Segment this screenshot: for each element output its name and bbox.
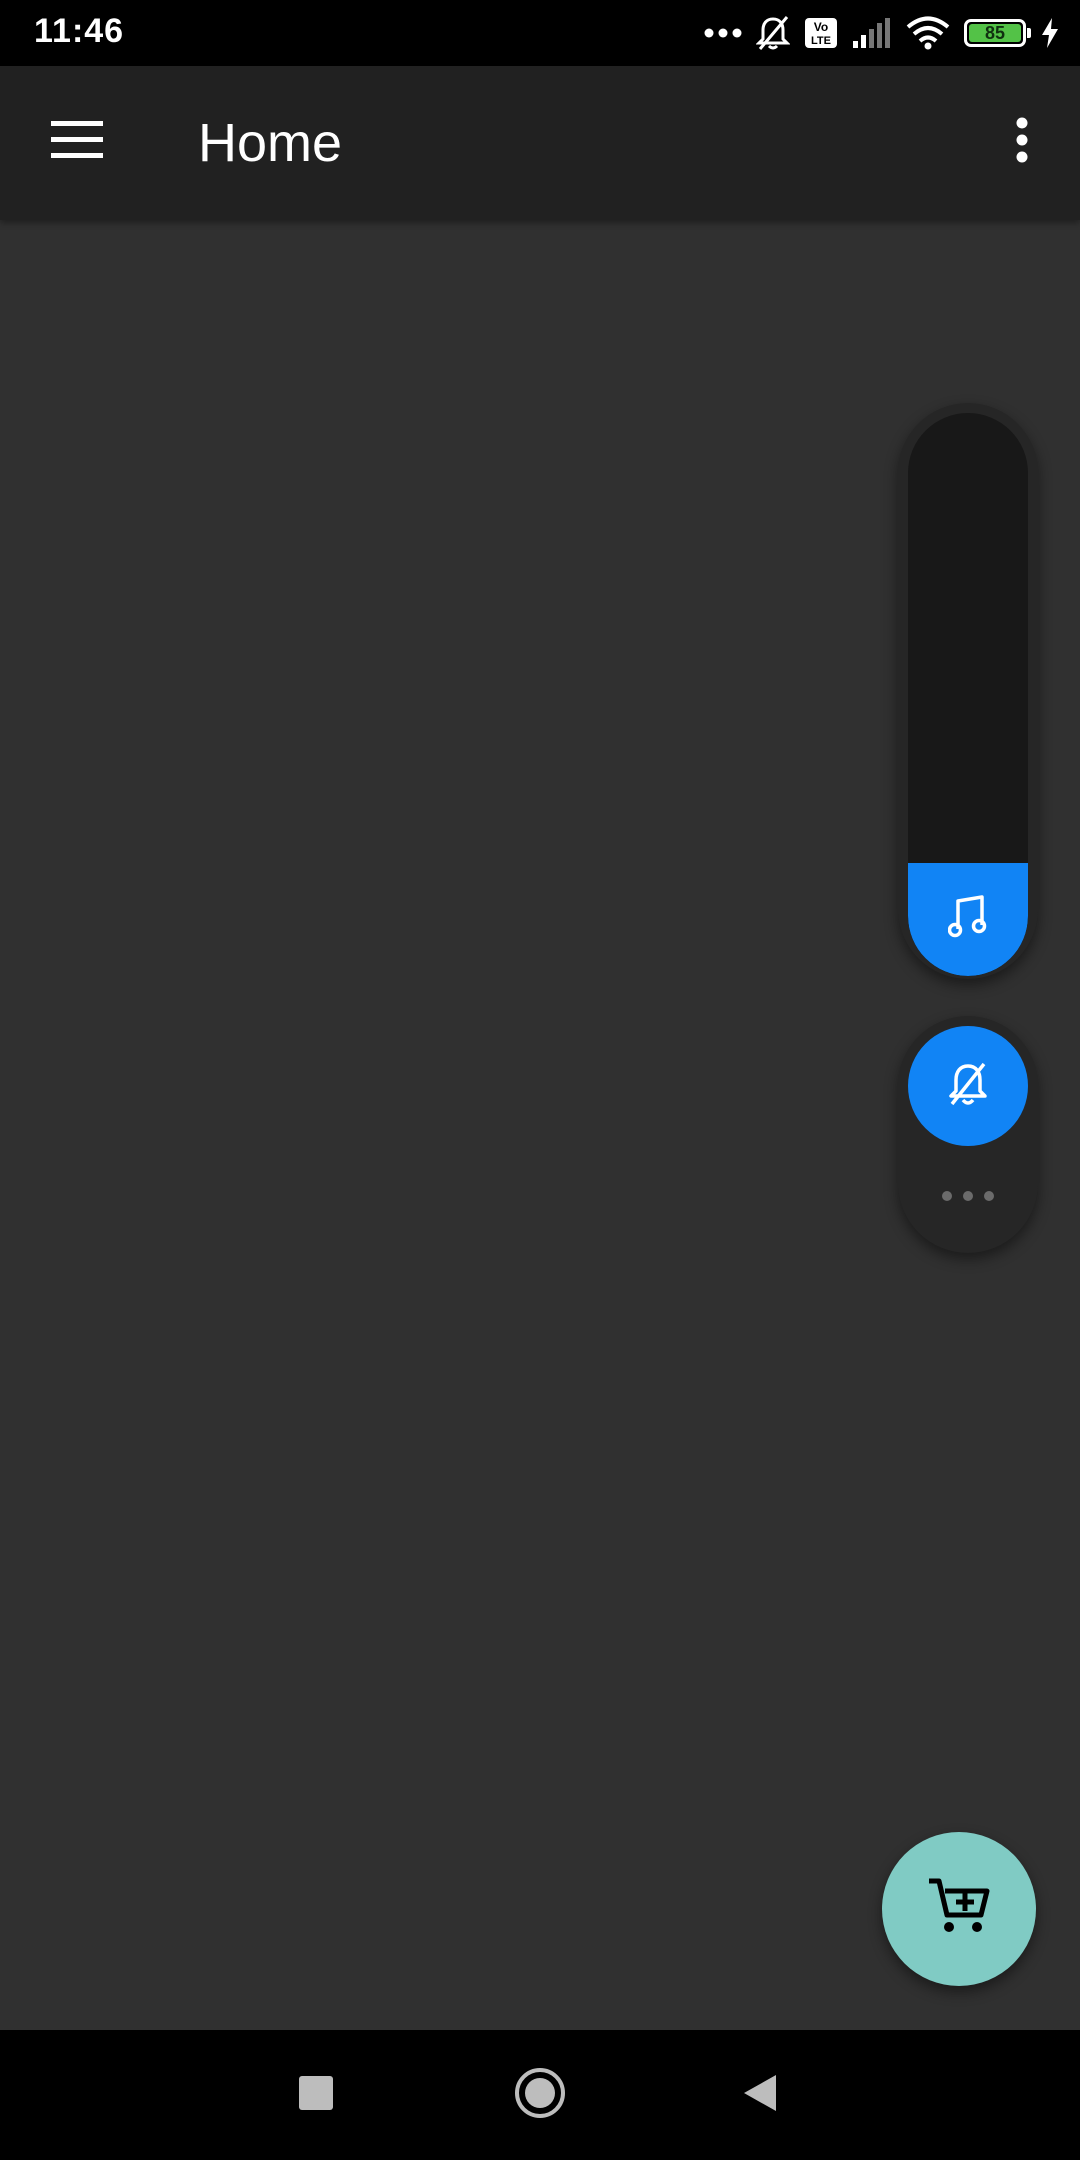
volte-icon: Vo LTE xyxy=(804,17,838,49)
app-bar: Home xyxy=(0,66,1080,220)
volume-slider[interactable] xyxy=(908,413,1028,976)
status-icons: Vo LTE 85 xyxy=(704,10,1060,56)
navigation-bar xyxy=(0,2030,1080,2160)
bell-off-icon xyxy=(946,1060,990,1113)
wifi-icon xyxy=(906,16,950,50)
page-title: Home xyxy=(198,113,343,173)
more-vert-icon xyxy=(1016,117,1028,168)
back-triangle-icon xyxy=(742,2073,778,2118)
menu-button[interactable] xyxy=(36,110,118,174)
back-button[interactable] xyxy=(720,2055,800,2135)
recents-button[interactable] xyxy=(276,2055,356,2135)
home-button[interactable] xyxy=(500,2055,580,2135)
more-horiz-icon[interactable] xyxy=(942,1189,994,1203)
signal-icon xyxy=(852,17,892,49)
home-circle-icon xyxy=(514,2067,566,2124)
hamburger-menu-icon xyxy=(51,120,103,164)
ringer-mode-button[interactable] xyxy=(908,1026,1028,1146)
volume-panel xyxy=(898,403,1038,979)
more-dots-icon xyxy=(704,27,742,39)
add-to-cart-fab[interactable] xyxy=(882,1832,1036,1986)
charging-icon xyxy=(1040,17,1060,49)
volte-top-text: Vo xyxy=(814,20,828,34)
music-note-icon xyxy=(947,895,988,944)
battery-icon: 85 xyxy=(964,19,1031,47)
bell-off-icon xyxy=(756,15,790,51)
ringer-panel xyxy=(898,1016,1038,1253)
battery-level: 85 xyxy=(969,23,1021,43)
add-shopping-cart-icon xyxy=(927,1877,991,1942)
volume-level-fill[interactable] xyxy=(908,863,1028,976)
status-bar: 11:46 Vo LTE 85 xyxy=(0,0,1080,66)
overflow-menu-button[interactable] xyxy=(990,110,1054,174)
volte-bottom-text: LTE xyxy=(811,35,831,47)
recents-square-icon xyxy=(299,2075,333,2115)
status-time: 11:46 xyxy=(34,12,125,50)
